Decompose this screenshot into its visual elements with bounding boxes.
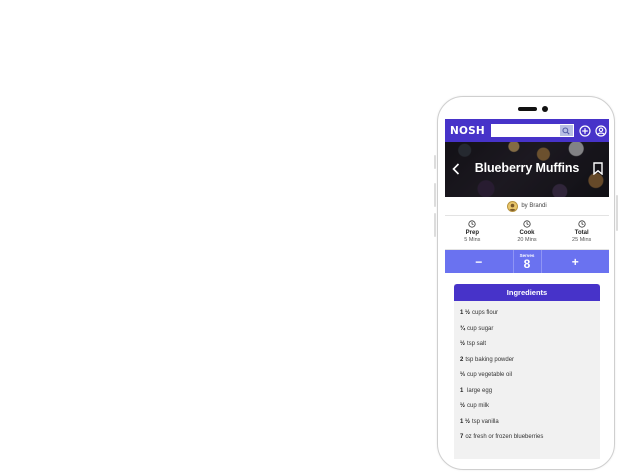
serves-count: 8 [523,257,531,271]
ingredient-qty: 7 [460,434,464,440]
ingredient-text: tsp vanilla [472,418,499,425]
decrease-serves-button[interactable]: − [445,250,513,273]
ingredients-list: 1 ½ cups flour ¾ cup sugar ½ tsp salt 2 tsp … [454,301,600,446]
ingredient-qty: 1 ½ [460,418,471,425]
time-label: Total [574,230,589,236]
ingredient-text: cup vegetable oil [467,372,513,378]
phone-frame: NOSH Blueberry Muffins by Brandi Prep 5 … [434,96,618,470]
increase-serves-button[interactable]: + [542,250,610,273]
time-value: 25 Mins [572,237,592,243]
app-logo[interactable]: NOSH [450,125,485,137]
list-item: 7 oz fresh or frozen blueberries [460,430,600,446]
prep-time: Prep 5 Mins [445,216,500,249]
ingredient-qty: 1 ½ [460,310,471,316]
plus-circle-icon [579,124,591,137]
ingredients-panel: Ingredients 1 ½ cups flour ¾ cup sugar ½ ts… [454,284,600,459]
search-bar [490,124,574,137]
ingredient-qty: ½ [460,341,466,347]
ingredient-text: tsp baking powder [465,356,515,363]
avatar[interactable] [507,200,519,212]
ingredient-qty: ⅓ [460,372,466,378]
list-item: ½ tsp salt [460,337,600,353]
clock-icon [468,220,476,228]
ingredient-qty: 1 [460,387,464,394]
app-screen: NOSH Blueberry Muffins by Brandi Prep 5 … [445,119,609,459]
phone-side-button [434,213,436,237]
ingredient-text: large egg [465,387,493,394]
time-value: 5 Mins [464,237,481,243]
phone-side-button [434,155,436,169]
user-icon [595,124,607,137]
author-row: by Brandi [445,197,609,216]
ingredient-qty: 2 [460,356,464,363]
list-item: ½ cup milk [460,399,600,415]
bookmark-icon [592,161,603,175]
ingredient-text: cup milk [467,403,490,409]
cook-time: Cook 20 Mins [500,216,555,249]
ingredient-text: tsp salt [467,341,487,347]
phone-side-button [434,183,436,207]
recipe-hero: Blueberry Muffins [445,142,609,197]
time-summary: Prep 5 Mins Cook 20 Mins Total 25 Mins [445,216,609,250]
profile-button[interactable] [595,124,607,137]
ingredient-qty: ½ [460,403,466,409]
list-item: 1 large egg [460,384,600,400]
time-value: 20 Mins [517,237,537,243]
app-header: NOSH [445,119,609,142]
ingredients-tab[interactable]: Ingredients [454,284,600,301]
phone-camera [542,106,548,112]
serves-stepper: − Serves 8 + [445,250,609,273]
ingredient-qty: ¾ [460,325,466,332]
list-item: 2 tsp baking powder [460,353,600,369]
list-item: 1 ½ tsp vanilla [460,415,600,431]
ingredient-text: cups flour [472,310,499,316]
phone-power-button [616,195,618,231]
recipe-title: Blueberry Muffins [474,161,580,175]
add-recipe-button[interactable] [579,124,591,137]
phone-speaker [518,107,537,111]
serves-display: Serves 8 [512,250,542,273]
clock-icon [523,220,531,228]
search-input[interactable] [491,125,560,136]
ingredient-text: oz fresh or frozen blueberries [465,434,544,440]
search-icon [562,126,570,135]
list-item: ¾ cup sugar [460,322,600,338]
time-label: Cook [519,230,535,236]
ingredient-text: cup sugar [467,325,494,332]
user-avatar-icon [509,203,517,211]
author-name[interactable]: by Brandi [521,203,546,209]
time-label: Prep [465,230,479,236]
list-item: ⅓ cup vegetable oil [460,368,600,384]
list-item: 1 ½ cups flour [460,306,600,322]
bookmark-button[interactable] [591,160,604,176]
total-time: Total 25 Mins [554,216,609,249]
search-button[interactable] [559,125,573,136]
clock-icon [578,220,586,228]
